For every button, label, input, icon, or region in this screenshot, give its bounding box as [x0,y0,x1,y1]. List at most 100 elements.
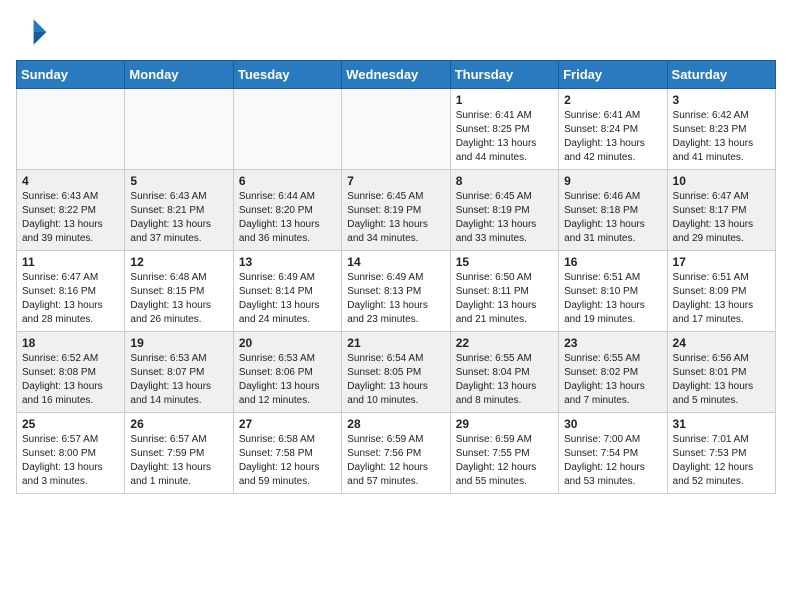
day-info: Sunrise: 6:49 AM Sunset: 8:13 PM Dayligh… [347,271,444,327]
weekday-header-saturday: Saturday [667,61,775,89]
calendar-week-5: 25 Sunrise: 6:57 AM Sunset: 8:00 PM Dayli… [17,413,776,494]
day-info: Sunrise: 6:46 AM Sunset: 8:18 PM Dayligh… [564,190,661,246]
day-number: 20 [239,336,336,350]
calendar-day-cell: 11Sunrise: 6:47 AM Sunset: 8:16 PM Dayli… [17,251,125,332]
day-number: 5 [130,174,227,188]
day-number: 25 [22,417,119,431]
day-info: Sunrise: 6:53 AM Sunset: 8:07 PM Dayligh… [130,352,227,408]
calendar-day-cell: 7 Sunrise: 6:45 AM Sunset: 8:19 PM Daylig… [342,170,450,251]
calendar-day-cell: 3Sunrise: 6:42 AM Sunset: 8:23 PM Daylig… [667,89,775,170]
calendar-day-cell: 19Sunrise: 6:53 AM Sunset: 8:07 PM Dayli… [125,332,233,413]
day-info: Sunrise: 6:59 AM Sunset: 7:55 PM Dayligh… [456,433,553,489]
day-number: 23 [564,336,661,350]
day-info: Sunrise: 6:48 AM Sunset: 8:15 PM Dayligh… [130,271,227,327]
calendar-day-cell: 6 Sunrise: 6:44 AM Sunset: 8:20 PM Daylig… [233,170,341,251]
weekday-header-tuesday: Tuesday [233,61,341,89]
calendar-day-cell: 2 Sunrise: 6:41 AM Sunset: 8:24 PM Daylig… [559,89,667,170]
calendar-day-cell: 5 Sunrise: 6:43 AM Sunset: 8:21 PM Daylig… [125,170,233,251]
day-number: 12 [130,255,227,269]
day-number: 8 [456,174,553,188]
day-number: 3 [673,93,770,107]
calendar-day-cell: 27 Sunrise: 6:58 AM Sunset: 7:58 PM Dayli… [233,413,341,494]
calendar-day-cell: 22 Sunrise: 6:55 AM Sunset: 8:04 PM Dayli… [450,332,558,413]
weekday-header-wednesday: Wednesday [342,61,450,89]
day-number: 7 [347,174,444,188]
logo-icon [16,16,48,48]
day-info: Sunrise: 6:49 AM Sunset: 8:14 PM Dayligh… [239,271,336,327]
calendar-day-cell: 28 Sunrise: 6:59 AM Sunset: 7:56 PM Dayli… [342,413,450,494]
calendar-day-cell: 13 Sunrise: 6:49 AM Sunset: 8:14 PM Dayli… [233,251,341,332]
day-number: 10 [673,174,770,188]
day-info: Sunrise: 6:57 AM Sunset: 7:59 PM Dayligh… [130,433,227,489]
calendar-day-cell: 25 Sunrise: 6:57 AM Sunset: 8:00 PM Dayli… [17,413,125,494]
day-info: Sunrise: 6:57 AM Sunset: 8:00 PM Dayligh… [22,433,119,489]
calendar-day-cell [342,89,450,170]
calendar-day-cell: 1Sunrise: 6:41 AM Sunset: 8:25 PM Daylig… [450,89,558,170]
calendar-day-cell: 12 Sunrise: 6:48 AM Sunset: 8:15 PM Dayli… [125,251,233,332]
day-number: 28 [347,417,444,431]
day-info: Sunrise: 6:45 AM Sunset: 8:19 PM Dayligh… [347,190,444,246]
day-info: Sunrise: 6:52 AM Sunset: 8:08 PM Dayligh… [22,352,119,408]
day-info: Sunrise: 6:58 AM Sunset: 7:58 PM Dayligh… [239,433,336,489]
calendar-day-cell: 8 Sunrise: 6:45 AM Sunset: 8:19 PM Daylig… [450,170,558,251]
calendar-day-cell: 15Sunrise: 6:50 AM Sunset: 8:11 PM Dayli… [450,251,558,332]
day-number: 1 [456,93,553,107]
calendar-day-cell: 24 Sunrise: 6:56 AM Sunset: 8:01 PM Dayli… [667,332,775,413]
day-number: 22 [456,336,553,350]
day-info: Sunrise: 6:54 AM Sunset: 8:05 PM Dayligh… [347,352,444,408]
calendar-day-cell: 31 Sunrise: 7:01 AM Sunset: 7:53 PM Dayli… [667,413,775,494]
calendar-day-cell: 23 Sunrise: 6:55 AM Sunset: 8:02 PM Dayli… [559,332,667,413]
day-info: Sunrise: 6:55 AM Sunset: 8:02 PM Dayligh… [564,352,661,408]
day-info: Sunrise: 6:59 AM Sunset: 7:56 PM Dayligh… [347,433,444,489]
calendar-day-cell: 4Sunrise: 6:43 AM Sunset: 8:22 PM Daylig… [17,170,125,251]
day-number: 31 [673,417,770,431]
day-number: 30 [564,417,661,431]
day-number: 26 [130,417,227,431]
day-number: 6 [239,174,336,188]
day-info: Sunrise: 6:45 AM Sunset: 8:19 PM Dayligh… [456,190,553,246]
weekday-header-thursday: Thursday [450,61,558,89]
calendar-day-cell: 10 Sunrise: 6:47 AM Sunset: 8:17 PM Dayli… [667,170,775,251]
day-number: 21 [347,336,444,350]
logo [16,16,52,48]
day-number: 24 [673,336,770,350]
weekday-header-row: SundayMondayTuesdayWednesdayThursdayFrid… [17,61,776,89]
calendar-day-cell: 9 Sunrise: 6:46 AM Sunset: 8:18 PM Daylig… [559,170,667,251]
calendar-header: SundayMondayTuesdayWednesdayThursdayFrid… [17,61,776,89]
calendar-week-3: 11Sunrise: 6:47 AM Sunset: 8:16 PM Dayli… [17,251,776,332]
day-info: Sunrise: 6:53 AM Sunset: 8:06 PM Dayligh… [239,352,336,408]
day-info: Sunrise: 6:43 AM Sunset: 8:21 PM Dayligh… [130,190,227,246]
weekday-header-sunday: Sunday [17,61,125,89]
day-info: Sunrise: 6:55 AM Sunset: 8:04 PM Dayligh… [456,352,553,408]
day-number: 14 [347,255,444,269]
day-info: Sunrise: 6:51 AM Sunset: 8:10 PM Dayligh… [564,271,661,327]
day-info: Sunrise: 6:51 AM Sunset: 8:09 PM Dayligh… [673,271,770,327]
day-number: 2 [564,93,661,107]
calendar-day-cell [125,89,233,170]
day-info: Sunrise: 7:01 AM Sunset: 7:53 PM Dayligh… [673,433,770,489]
weekday-header-monday: Monday [125,61,233,89]
day-info: Sunrise: 6:41 AM Sunset: 8:24 PM Dayligh… [564,109,661,165]
calendar-day-cell: 17 Sunrise: 6:51 AM Sunset: 8:09 PM Dayli… [667,251,775,332]
day-number: 15 [456,255,553,269]
day-number: 9 [564,174,661,188]
day-number: 16 [564,255,661,269]
calendar-week-4: 18Sunrise: 6:52 AM Sunset: 8:08 PM Dayli… [17,332,776,413]
day-number: 17 [673,255,770,269]
calendar-day-cell [17,89,125,170]
day-number: 4 [22,174,119,188]
calendar-day-cell: 30Sunrise: 7:00 AM Sunset: 7:54 PM Dayli… [559,413,667,494]
day-number: 13 [239,255,336,269]
day-info: Sunrise: 6:56 AM Sunset: 8:01 PM Dayligh… [673,352,770,408]
calendar-day-cell: 21 Sunrise: 6:54 AM Sunset: 8:05 PM Dayli… [342,332,450,413]
day-info: Sunrise: 6:47 AM Sunset: 8:17 PM Dayligh… [673,190,770,246]
page-header [16,16,776,48]
calendar-day-cell [233,89,341,170]
day-info: Sunrise: 6:44 AM Sunset: 8:20 PM Dayligh… [239,190,336,246]
calendar-day-cell: 20 Sunrise: 6:53 AM Sunset: 8:06 PM Dayli… [233,332,341,413]
calendar-day-cell: 16 Sunrise: 6:51 AM Sunset: 8:10 PM Dayli… [559,251,667,332]
day-number: 11 [22,255,119,269]
day-number: 27 [239,417,336,431]
calendar-day-cell: 18Sunrise: 6:52 AM Sunset: 8:08 PM Dayli… [17,332,125,413]
calendar-week-2: 4Sunrise: 6:43 AM Sunset: 8:22 PM Daylig… [17,170,776,251]
